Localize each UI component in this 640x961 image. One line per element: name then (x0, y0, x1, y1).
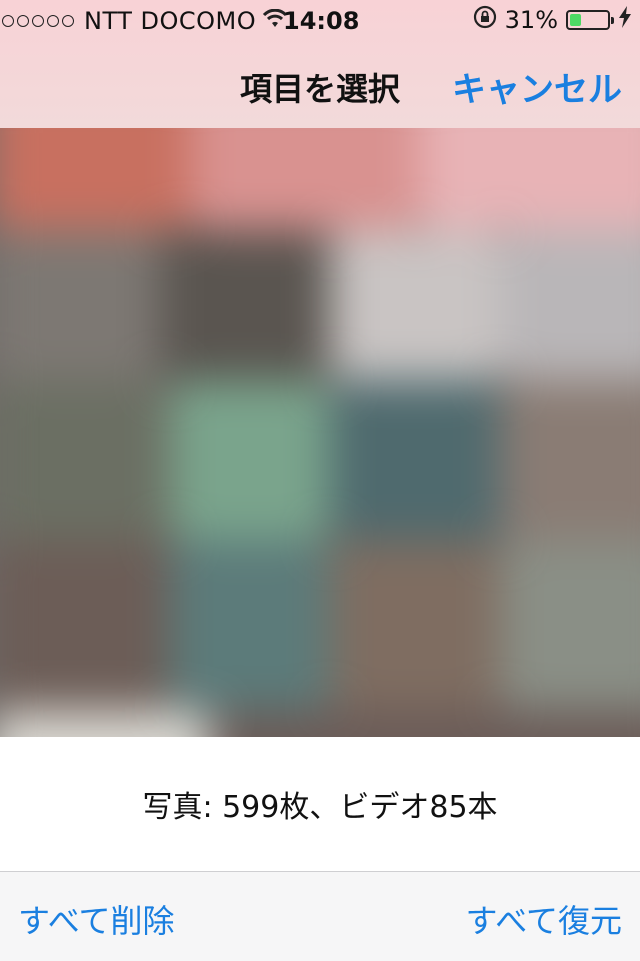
status-time: 14:08 (283, 7, 360, 35)
status-bar: NTT DOCOMO 14:08 31% (0, 0, 640, 40)
signal-dots-icon (2, 15, 74, 27)
cancel-button[interactable]: キャンセル (452, 62, 622, 111)
status-left: NTT DOCOMO (0, 7, 294, 35)
battery-icon (566, 10, 614, 30)
charging-bolt-icon (618, 6, 632, 34)
status-right: 31% (473, 5, 632, 35)
navigation-bar: 項目を選択 キャンセル (0, 40, 640, 128)
carrier-name: NTT DOCOMO (84, 7, 257, 35)
battery-fill (570, 14, 581, 26)
delete-all-button[interactable]: すべて削除 (18, 896, 174, 942)
summary-area: 写真: 599枚、ビデオ85本 (0, 737, 640, 871)
rotation-lock-icon (473, 5, 497, 35)
bottom-toolbar: すべて削除 すべて復元 (0, 871, 640, 961)
restore-all-button[interactable]: すべて復元 (466, 896, 622, 942)
battery-percent: 31% (504, 6, 558, 34)
item-count-label: 写真: 599枚、ビデオ85本 (142, 790, 498, 825)
